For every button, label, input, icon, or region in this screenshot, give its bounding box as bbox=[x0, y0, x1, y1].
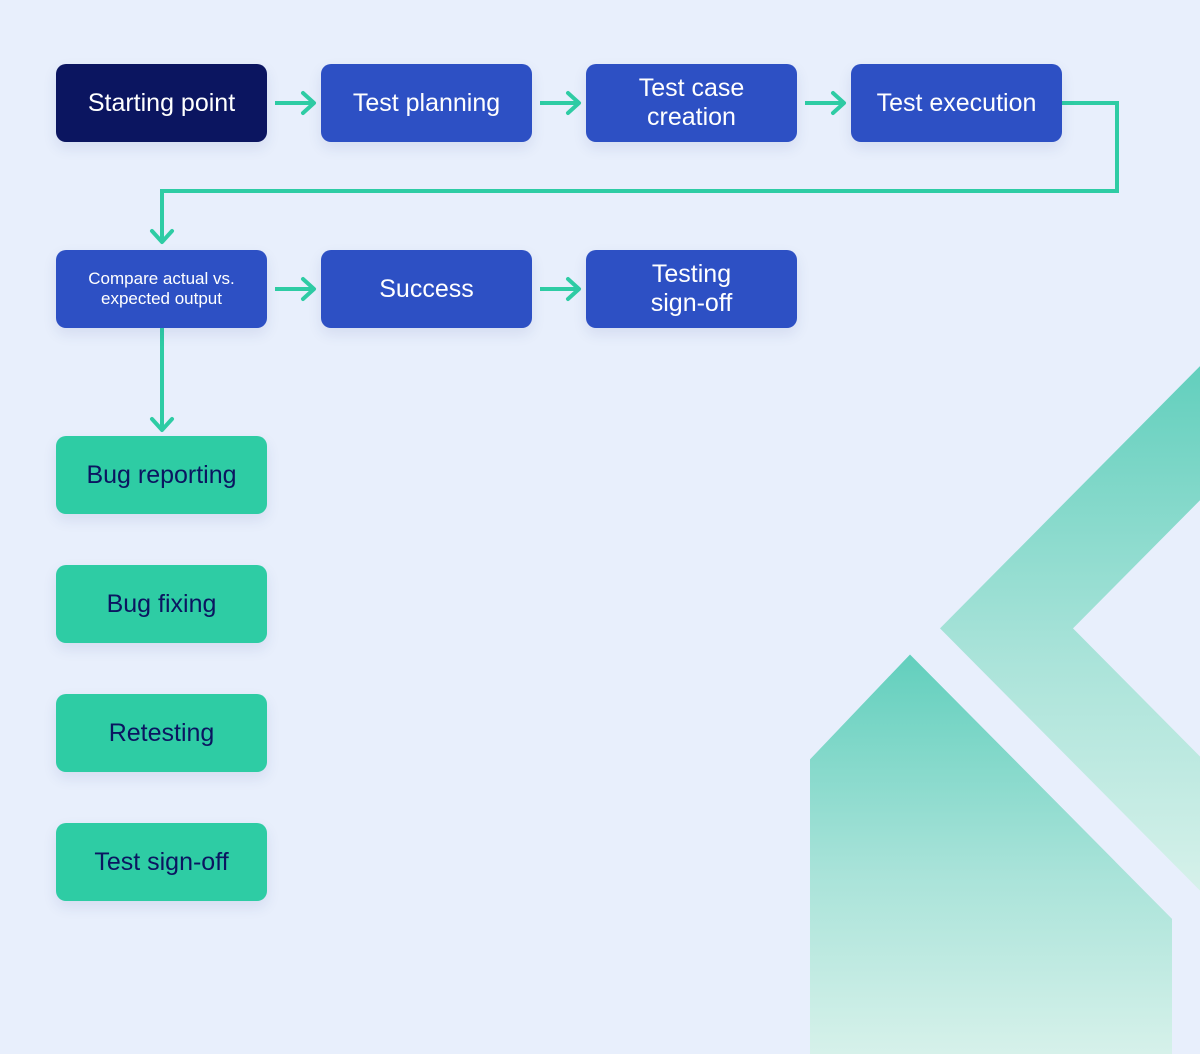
node-label: Test case creation bbox=[638, 74, 745, 131]
connector-test-planning-to-test-case-creation bbox=[540, 91, 581, 115]
node-label: Bug fixing bbox=[106, 589, 217, 618]
connector-compare-output-to-success bbox=[275, 277, 316, 301]
node-label: Bug reporting bbox=[86, 460, 237, 489]
node-test-execution[interactable]: Test execution bbox=[851, 64, 1062, 142]
node-label: Test execution bbox=[876, 88, 1037, 117]
node-label: Retesting bbox=[108, 718, 215, 747]
connector-starting-point-to-test-planning bbox=[275, 91, 316, 115]
chevron-front-shape bbox=[810, 654, 1172, 1054]
node-label: Compare actual vs. expected output bbox=[88, 269, 235, 308]
node-testing-sign-off[interactable]: Testing sign-off bbox=[586, 250, 797, 328]
node-label: Test planning bbox=[352, 88, 501, 117]
node-label: Starting point bbox=[87, 88, 236, 117]
chevron-front-lower-shape bbox=[810, 654, 1115, 1054]
node-bug-reporting[interactable]: Bug reporting bbox=[56, 436, 267, 514]
node-retesting[interactable]: Retesting bbox=[56, 694, 267, 772]
connector-compare-output-to-bug-reporting bbox=[150, 328, 174, 432]
node-test-planning[interactable]: Test planning bbox=[321, 64, 532, 142]
node-bug-fixing[interactable]: Bug fixing bbox=[56, 565, 267, 643]
node-compare-output[interactable]: Compare actual vs. expected output bbox=[56, 250, 267, 328]
connector-success-to-testing-sign-off bbox=[540, 277, 581, 301]
node-label: Test sign-off bbox=[94, 847, 229, 876]
chevron-back-shape bbox=[940, 366, 1200, 891]
node-starting-point[interactable]: Starting point bbox=[56, 64, 267, 142]
node-success[interactable]: Success bbox=[321, 250, 532, 328]
node-test-sign-off[interactable]: Test sign-off bbox=[56, 823, 267, 901]
node-test-case-creation[interactable]: Test case creation bbox=[586, 64, 797, 142]
node-label: Success bbox=[379, 274, 474, 303]
decorative-chevron-graphic bbox=[810, 366, 1200, 1054]
connector-test-case-creation-to-test-execution bbox=[805, 91, 846, 115]
node-label: Testing sign-off bbox=[650, 260, 733, 317]
